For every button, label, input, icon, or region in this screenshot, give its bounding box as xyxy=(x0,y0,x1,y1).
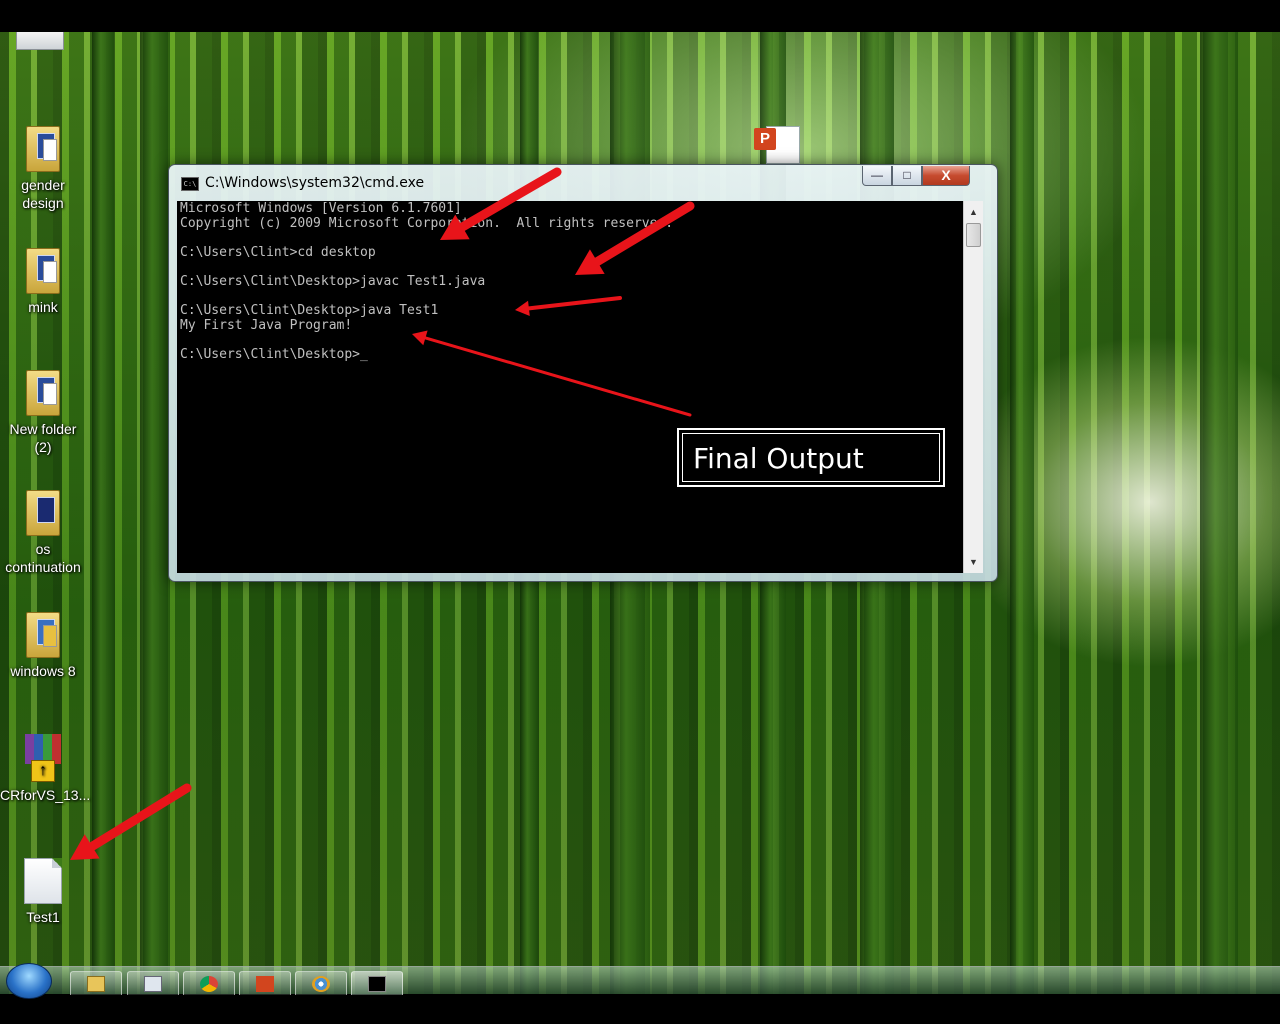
desktop-icon-mink[interactable]: mink xyxy=(0,248,86,316)
taskbar-cmd[interactable] xyxy=(351,971,403,995)
chrome-icon xyxy=(200,976,218,992)
bottom-letterbox xyxy=(0,994,1280,1024)
notepad-icon xyxy=(144,976,162,992)
folder-icon xyxy=(26,248,60,294)
console-text: Microsoft Windows [Version 6.1.7601] Cop… xyxy=(180,201,674,362)
taskbar-notepad[interactable] xyxy=(127,971,179,995)
desktop-icon-gender-design[interactable]: gender design xyxy=(0,126,86,212)
cmd-icon: C:\ xyxy=(181,177,199,191)
taskbar-paint[interactable] xyxy=(295,971,347,995)
scroll-up-arrow-icon[interactable]: ▲ xyxy=(964,203,983,221)
bamboo-stalk xyxy=(140,32,170,994)
winrar-installer-icon: ↑ xyxy=(21,734,65,782)
desktop-icon-windows-8[interactable]: windows 8 xyxy=(0,612,86,680)
bamboo-stalk xyxy=(1200,32,1238,994)
taskbar xyxy=(0,963,1280,999)
console-output[interactable]: Microsoft Windows [Version 6.1.7601] Cop… xyxy=(177,201,963,573)
desktop-icon-label: mink xyxy=(28,299,58,315)
powerpoint-file-icon[interactable]: P xyxy=(752,124,804,164)
text-file-icon xyxy=(24,858,62,904)
folder-icon xyxy=(87,976,105,992)
folder-icon xyxy=(26,370,60,416)
paint-icon xyxy=(312,976,330,992)
powerpoint-icon xyxy=(256,976,274,992)
folder-icon xyxy=(26,490,60,536)
bamboo-stalk xyxy=(1010,32,1034,994)
taskbar-powerpoint[interactable] xyxy=(239,971,291,995)
minimize-button[interactable]: — xyxy=(862,166,892,186)
close-button[interactable]: X xyxy=(922,166,970,186)
vertical-scrollbar[interactable]: ▲ ▼ xyxy=(963,201,983,573)
scrollbar-thumb[interactable] xyxy=(966,223,981,247)
bamboo-stalk xyxy=(92,32,114,994)
taskbar-chrome[interactable] xyxy=(183,971,235,995)
desktop-icon-label: os continuation xyxy=(5,541,81,575)
folder-icon xyxy=(26,126,60,172)
cmd-window[interactable]: C:\ C:\Windows\system32\cmd.exe — □ X Mi… xyxy=(168,164,998,582)
desktop-icon-label: CRforVS_13... xyxy=(0,787,91,803)
desktop-icon-crforvs[interactable]: ↑ CRforVS_13... xyxy=(0,734,91,804)
desktop-icon-label: windows 8 xyxy=(10,663,76,679)
top-letterbox xyxy=(0,0,1280,32)
desktop-icon-test1[interactable]: Test1 xyxy=(0,858,86,926)
desktop-icon-new-folder-2[interactable]: New folder (2) xyxy=(0,370,86,456)
window-title: C:\Windows\system32\cmd.exe xyxy=(205,175,425,191)
desktop-icon-label: New folder (2) xyxy=(9,421,77,455)
desktop-icon-label: gender design xyxy=(21,177,65,211)
desktop-icon-os-continuation[interactable]: os continuation xyxy=(0,490,86,576)
maximize-button[interactable]: □ xyxy=(892,166,922,186)
final-output-annotation: Final Output xyxy=(676,427,946,488)
scroll-down-arrow-icon[interactable]: ▼ xyxy=(964,553,983,571)
annotation-label: Final Output xyxy=(693,442,864,475)
folder-icon xyxy=(26,612,60,658)
taskbar-explorer[interactable] xyxy=(70,971,122,995)
desktop-icon-label: Test1 xyxy=(26,909,60,925)
start-button[interactable] xyxy=(6,963,52,999)
cmd-icon xyxy=(368,976,386,992)
partial-desktop-icon[interactable] xyxy=(16,32,64,50)
